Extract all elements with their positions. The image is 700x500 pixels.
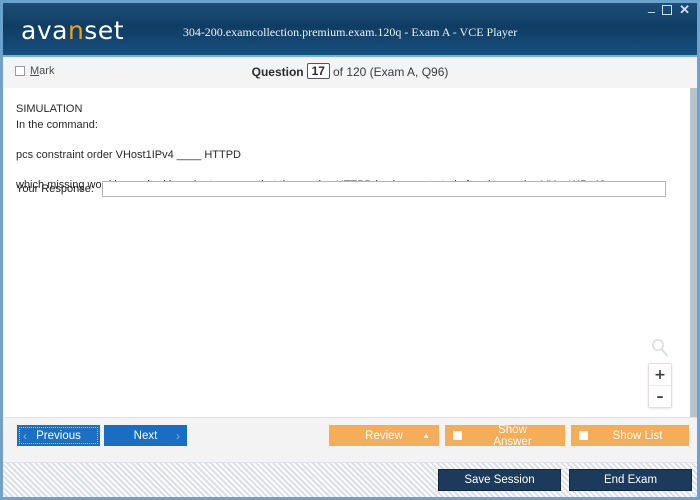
caret-up-icon: ▲	[422, 431, 430, 440]
magnifier-icon[interactable]	[649, 337, 671, 359]
review-button-label: Review	[365, 429, 403, 442]
question-counter: Question 17 of 120 (Exam A, Q96)	[3, 63, 697, 80]
zoom-widget: + –	[648, 337, 672, 408]
previous-button-label: Previous	[36, 429, 81, 442]
question-line-intro: In the command:	[16, 118, 98, 131]
zoom-in-button[interactable]: +	[649, 364, 671, 386]
question-word: Question	[251, 65, 304, 79]
question-line-simulation: SIMULATION	[16, 103, 83, 115]
show-list-label: Show List	[612, 429, 663, 442]
close-icon[interactable]: ✕	[679, 3, 690, 16]
window-title: 304-200.examcollection.premium.exam.120q…	[182, 25, 518, 39]
review-button[interactable]: Review ▲	[329, 425, 439, 446]
show-answer-checkbox[interactable]	[453, 431, 462, 440]
show-answer-label: Show Answer	[493, 423, 532, 448]
zoom-out-button[interactable]: –	[649, 386, 671, 407]
next-button[interactable]: Next ›	[104, 425, 187, 446]
question-text: SIMULATION In the command: pcs constrain…	[16, 102, 666, 194]
previous-button[interactable]: ‹ Previous	[17, 425, 100, 446]
response-input[interactable]	[101, 181, 666, 197]
show-answer-button[interactable]: Show Answer	[445, 423, 565, 448]
maximize-icon[interactable]	[662, 5, 673, 15]
response-row: Your Response:	[16, 181, 666, 197]
question-line-command: pcs constraint order VHost1IPv4 ____ HTT…	[16, 148, 241, 161]
status-bar: Save Session End Exam	[3, 462, 697, 497]
response-label: Your Response:	[16, 183, 94, 195]
question-content-panel: SIMULATION In the command: pcs constrain…	[3, 88, 697, 418]
minimize-icon[interactable]: –	[648, 5, 655, 18]
chevron-right-icon: ›	[176, 428, 180, 443]
show-list-checkbox[interactable]	[579, 431, 588, 440]
text-spacer-2	[16, 164, 666, 178]
question-number-box[interactable]: 17	[306, 63, 330, 79]
vce-player-window: avanset 304-200.examcollection.premium.e…	[0, 0, 700, 500]
end-exam-button[interactable]: End Exam	[569, 469, 692, 491]
zoom-buttons: + –	[648, 363, 672, 408]
show-list-button[interactable]: Show List	[571, 425, 689, 446]
window-controls: – ✕	[648, 3, 690, 18]
text-spacer-1	[16, 134, 666, 148]
title-bar: avanset 304-200.examcollection.premium.e…	[3, 3, 697, 57]
question-header-bar: Mark Question 17 of 120 (Exam A, Q96)	[3, 57, 697, 89]
navigation-bar: ‹ Previous Next › Review ▲ Show Answer S…	[3, 417, 697, 463]
next-button-label: Next	[133, 429, 158, 442]
chevron-left-icon: ‹	[23, 428, 27, 443]
save-session-button[interactable]: Save Session	[438, 469, 561, 491]
question-total-label: of 120 (Exam A, Q96)	[332, 65, 449, 79]
